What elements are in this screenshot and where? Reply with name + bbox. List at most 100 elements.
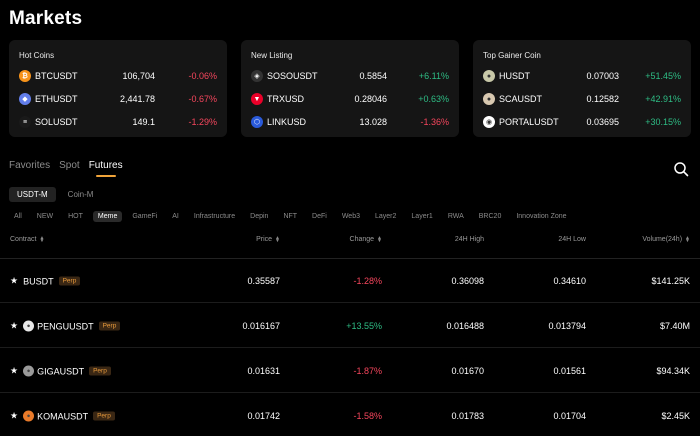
- segment-usdt-m[interactable]: USDT-M: [9, 187, 56, 202]
- price-cell: 0.01742: [247, 411, 280, 421]
- price-header[interactable]: Price ▲ ▼: [256, 234, 280, 244]
- perp-badge: Perp: [58, 276, 81, 286]
- market-card: Top Gainer Coin ● HUSDT 0.07003 +51.45% ● SCAU…: [473, 40, 691, 137]
- portal-coin-icon: ◉: [483, 116, 495, 128]
- card-coin-row[interactable]: ▼ TRXUSD 0.28046 +0.63%: [251, 91, 449, 107]
- price-cell: 0.016167: [242, 321, 280, 331]
- star-icon[interactable]: ★: [10, 411, 18, 422]
- perp-badge: Perp: [98, 321, 121, 331]
- card-coin-row[interactable]: ◆ ETHUSDT 2,441.78 -0.67%: [19, 91, 217, 107]
- star-icon[interactable]: ★: [10, 321, 18, 332]
- low-header: 24H Low: [558, 236, 586, 243]
- perp-badge: Perp: [89, 366, 111, 376]
- tab-futures[interactable]: Futures: [89, 160, 123, 177]
- coin-symbol: SCAUSDT: [499, 94, 543, 104]
- search-icon[interactable]: [673, 161, 689, 177]
- low-cell: 0.01704: [553, 411, 586, 421]
- coin-price: 0.12582: [586, 94, 619, 104]
- contract-symbol: GIGAUSDT: [37, 366, 85, 376]
- volume-cell: $94.34K: [656, 366, 690, 376]
- row-divider: [0, 347, 700, 348]
- category-meme[interactable]: Meme: [92, 211, 123, 222]
- category-layer1[interactable]: Layer1: [406, 211, 437, 222]
- coin-symbol: BTCUSDT: [35, 71, 78, 81]
- ethereum-icon: ◆: [19, 93, 31, 105]
- coin-change: +51.45%: [645, 71, 681, 81]
- coin-price: 0.03695: [586, 117, 619, 127]
- volume-cell: $7.40M: [659, 321, 690, 331]
- category-gamefi[interactable]: GameFi: [127, 211, 162, 222]
- card-coin-row[interactable]: ● SCAUSDT 0.12582 +42.91%: [483, 91, 681, 107]
- low-cell: 0.34610: [553, 276, 586, 286]
- coin-price: 2,441.78: [119, 94, 155, 104]
- card-coin-row[interactable]: ⬡ LINKUSD 13.028 -1.36%: [251, 114, 449, 130]
- category-innovation-zone[interactable]: Innovation Zone: [511, 211, 571, 222]
- table-row[interactable]: ★ ● PENGUUSDT Perp 0.016167 +13.55% 0.016488 0.…: [0, 304, 700, 348]
- high-cell: 0.01670: [451, 366, 484, 376]
- category-all[interactable]: All: [9, 211, 27, 222]
- category-layer2[interactable]: Layer2: [370, 211, 401, 222]
- tab-favorites[interactable]: Favorites: [9, 160, 50, 171]
- contract-header[interactable]: Contract ▲ ▼: [10, 235, 44, 243]
- table-row[interactable]: ★ ● KOMAUSDT Perp 0.01742 -1.58% 0.01783 0.0170…: [0, 394, 700, 436]
- table-header: Contract ▲ ▼ Price ▲ ▼ Change ▲ ▼ 24H High 24H…: [0, 234, 700, 248]
- change-cell: -1.28%: [353, 276, 382, 286]
- tab-spot[interactable]: Spot: [59, 160, 80, 171]
- coin-change: +30.15%: [645, 117, 681, 127]
- koma-coin-icon: ●: [23, 410, 35, 422]
- card-title: Top Gainer Coin: [483, 51, 541, 60]
- giga-coin-icon: ●: [23, 365, 35, 377]
- coin-price: 149.1: [132, 117, 155, 127]
- sort-icon: ▲ ▼: [377, 234, 382, 244]
- change-cell: +13.55%: [346, 321, 382, 331]
- tron-icon: ▼: [251, 93, 263, 105]
- change-cell: -1.58%: [353, 411, 382, 421]
- card-coin-row[interactable]: ◉ PORTALUSDT 0.03695 +30.15%: [483, 114, 681, 130]
- page-title: Markets: [9, 8, 83, 29]
- card-coin-row[interactable]: ₿ BTCUSDT 106,704 -0.06%: [19, 68, 217, 84]
- category-ai[interactable]: AI: [167, 211, 184, 222]
- margin-type-toggle: USDT-M Coin-M: [9, 187, 101, 202]
- coin-change: -0.67%: [188, 94, 217, 104]
- category-hot[interactable]: HOT: [63, 211, 88, 222]
- star-icon[interactable]: ★: [10, 276, 18, 287]
- sort-icon: ▲ ▼: [275, 234, 280, 244]
- card-coin-row[interactable]: ◈ SOSOUSDT 0.5854 +6.11%: [251, 68, 449, 84]
- coin-symbol: PORTALUSDT: [499, 117, 559, 127]
- category-nft[interactable]: NFT: [278, 211, 302, 222]
- volume-header[interactable]: Volume(24h) ▲ ▼: [642, 235, 690, 243]
- change-header[interactable]: Change ▲ ▼: [350, 234, 382, 244]
- coin-symbol: TRXUSD: [267, 94, 305, 104]
- category-new[interactable]: NEW: [32, 211, 58, 222]
- category-web3[interactable]: Web3: [337, 211, 365, 222]
- category-brc20[interactable]: BRC20: [474, 211, 507, 222]
- category-infrastructure[interactable]: Infrastructure: [189, 211, 240, 222]
- card-title: Hot Coins: [19, 51, 55, 60]
- category-depin[interactable]: Depin: [245, 211, 273, 222]
- market-card: Hot Coins ₿ BTCUSDT 106,704 -0.06% ◆ ETHUSDT 2,…: [9, 40, 227, 137]
- segment-coin-m[interactable]: Coin-M: [60, 187, 102, 202]
- high-cell: 0.36098: [451, 276, 484, 286]
- coin-price: 0.5854: [359, 71, 387, 81]
- coin-price: 0.28046: [354, 94, 387, 104]
- category-rwa[interactable]: RWA: [443, 211, 469, 222]
- table-row[interactable]: ★ ● GIGAUSDT Perp 0.01631 -1.87% 0.01670 0.0156…: [0, 349, 700, 393]
- high-cell: 0.016488: [446, 321, 484, 331]
- contract-symbol: BUSDT: [23, 276, 54, 286]
- coin-change: -0.06%: [188, 71, 217, 81]
- coin-change: +42.91%: [645, 94, 681, 104]
- coin-change: +0.63%: [418, 94, 449, 104]
- card-coin-row[interactable]: ● HUSDT 0.07003 +51.45%: [483, 68, 681, 84]
- perp-badge: Perp: [93, 411, 115, 421]
- category-defi[interactable]: DeFi: [307, 211, 332, 222]
- category-filter-bar: All NEW HOT Meme GameFi AI Infrastructure Depin…: [9, 211, 577, 222]
- volume-cell: $141.25K: [651, 276, 690, 286]
- row-divider: [0, 302, 700, 303]
- price-cell: 0.01631: [247, 366, 280, 376]
- coin-price: 0.07003: [586, 71, 619, 81]
- bitcoin-icon: ₿: [19, 70, 31, 82]
- table-row[interactable]: ★ BUSDT Perp 0.35587 -1.28% 0.36098 0.34610 $14…: [0, 259, 700, 303]
- card-coin-row[interactable]: ≡ SOLUSDT 149.1 -1.29%: [19, 114, 217, 130]
- star-icon[interactable]: ★: [10, 366, 18, 377]
- volume-cell: $2.45K: [661, 411, 690, 421]
